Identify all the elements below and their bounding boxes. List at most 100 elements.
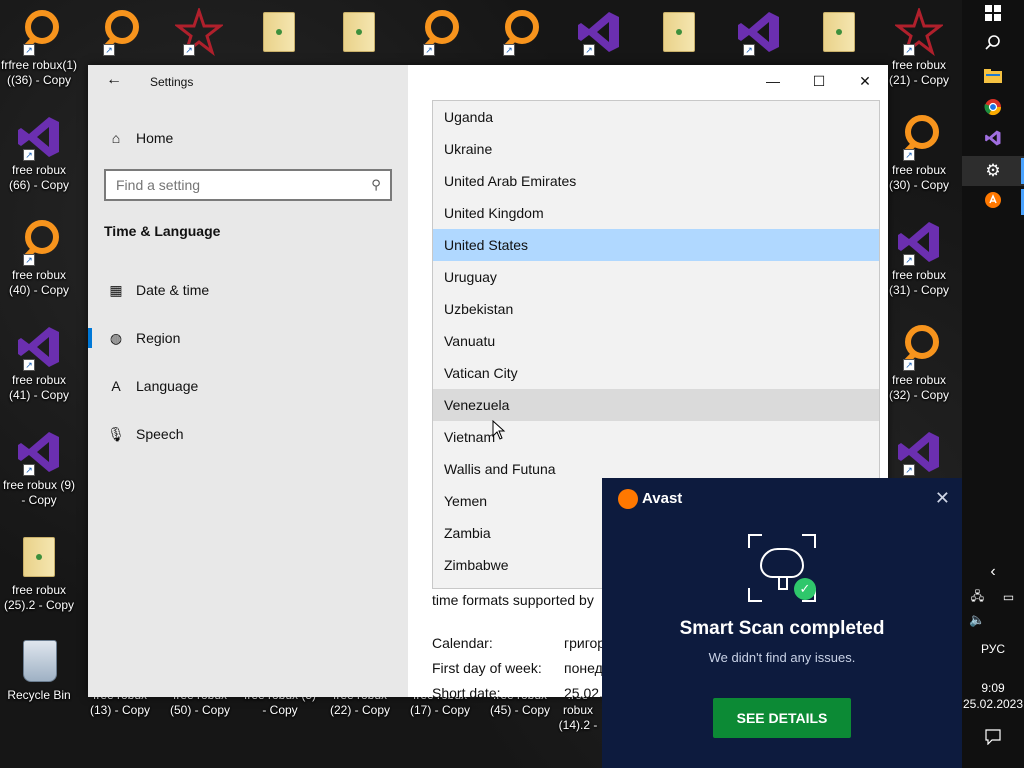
- star-icon: ↗: [893, 6, 945, 57]
- country-option[interactable]: Uganda: [433, 101, 879, 133]
- visual-studio-icon: ↗: [735, 8, 783, 56]
- nav-language[interactable]: A Language: [88, 368, 408, 404]
- taskbar-chrome[interactable]: [962, 94, 1024, 124]
- clock-date[interactable]: 25.02.2023: [962, 697, 1024, 711]
- back-button[interactable]: ←: [106, 71, 122, 89]
- desktop-shortcut[interactable]: [640, 8, 718, 58]
- country-option[interactable]: United Kingdom: [433, 197, 879, 229]
- notification-icon: [985, 729, 1001, 749]
- desktop-shortcut-label: free robux (25).2 - Copy: [3, 583, 75, 612]
- avast-brand: Avast: [642, 490, 683, 507]
- clock-time[interactable]: 9:09: [962, 681, 1024, 695]
- settings-search-box[interactable]: ⚲: [104, 169, 392, 201]
- desktop-shortcut-label: free robux (66) - Copy: [8, 163, 70, 192]
- desktop-shortcut[interactable]: ↗ free robux (31) - Copy: [880, 218, 958, 298]
- ring-icon: ↗: [415, 8, 463, 56]
- format-value: 25.02.: [564, 685, 603, 701]
- avast-logo-icon: [618, 489, 638, 509]
- folder-icon: [15, 533, 63, 581]
- format-value: григор: [564, 635, 606, 651]
- desktop-shortcut[interactable]: ↗: [560, 8, 638, 58]
- minimize-icon: —: [766, 73, 780, 89]
- country-option-hovered[interactable]: Venezuela: [433, 389, 879, 421]
- desktop-shortcut[interactable]: ↗: [880, 428, 958, 478]
- taskbar-settings[interactable]: ⚙: [962, 156, 1024, 186]
- search-icon: [984, 34, 1002, 56]
- recycle-bin-icon: [15, 638, 63, 686]
- desktop-shortcut-label: free robux (32) - Copy: [888, 373, 950, 402]
- checkmark-icon: ✓: [794, 578, 816, 600]
- folder-icon: [655, 8, 703, 56]
- nav-region[interactable]: ◍ Region: [88, 320, 408, 356]
- country-option[interactable]: Uzbekistan: [433, 293, 879, 325]
- nav-speech[interactable]: 🎙 Speech: [88, 416, 408, 452]
- desktop-shortcut[interactable]: ↗ frfree robux(1) ((36) - Copy: [0, 8, 78, 88]
- visual-studio-icon: ↗: [895, 218, 943, 266]
- desktop-shortcut[interactable]: ↗: [400, 8, 478, 58]
- ring-icon: ↗: [95, 8, 143, 56]
- desktop-shortcut[interactable]: ↗ free robux (32) - Copy: [880, 323, 958, 403]
- monitor-icon: ▭: [1002, 590, 1015, 604]
- desktop-shortcut[interactable]: free robux (25).2 - Copy: [0, 533, 78, 613]
- ring-icon: ↗: [495, 8, 543, 56]
- desktop-shortcut[interactable]: ↗ free robux (66) - Copy: [0, 113, 78, 193]
- ring-icon: ↗: [895, 113, 943, 161]
- folder-icon: [255, 8, 303, 56]
- taskbar-visual-studio[interactable]: [962, 125, 1024, 155]
- maximize-icon: ☐: [812, 72, 826, 89]
- taskbar-search-button[interactable]: [962, 30, 1024, 60]
- nav-language-label: Language: [136, 378, 199, 394]
- nav-date-time[interactable]: ▦ Date & time: [88, 272, 408, 308]
- desktop-shortcut[interactable]: [320, 8, 398, 58]
- desktop-shortcut-label: free robux (9) - Copy: [2, 478, 76, 507]
- search-icon[interactable]: ⚲: [362, 177, 390, 193]
- microphone-icon: 🎙: [107, 425, 125, 442]
- start-button[interactable]: [962, 0, 1024, 30]
- visual-studio-icon: ↗: [15, 113, 63, 161]
- close-button[interactable]: ✕: [842, 65, 888, 97]
- visual-studio-icon: ↗: [15, 428, 63, 476]
- desktop-shortcut[interactable]: ↗ free robux (41) - Copy: [0, 323, 78, 403]
- close-icon: ✕: [934, 488, 950, 508]
- desktop-shortcut[interactable]: ↗ free robux (30) - Copy: [880, 113, 958, 193]
- taskbar-file-explorer[interactable]: [962, 63, 1024, 93]
- desktop-shortcut[interactable]: ↗ free robux (9) - Copy: [0, 428, 78, 508]
- tray-display[interactable]: ▭: [993, 582, 1024, 612]
- country-option-selected[interactable]: United States: [433, 229, 879, 261]
- minimize-button[interactable]: —: [750, 65, 796, 97]
- nav-home[interactable]: ⌂ Home: [88, 120, 408, 156]
- avast-subtext: We didn't find any issues.: [708, 650, 856, 665]
- desktop-shortcut-label: free robux (40) - Copy: [8, 268, 70, 297]
- taskbar: ⚙ ‹ 🖧 ▭ 🔈 РУС 9:09 25.02.2023: [962, 0, 1024, 768]
- search-input[interactable]: [106, 177, 362, 193]
- avast-notification: Avast ✕ ✓ Smart Scan completed We didn't…: [602, 478, 962, 768]
- desktop-shortcut[interactable]: ↗: [160, 6, 238, 58]
- desktop-shortcut[interactable]: [800, 8, 878, 58]
- desktop-shortcut[interactable]: ↗ free robux (40) - Copy: [0, 218, 78, 298]
- country-option[interactable]: Vanuatu: [433, 325, 879, 357]
- input-language-indicator[interactable]: РУС: [962, 642, 1024, 656]
- ring-icon: ↗: [15, 8, 63, 56]
- maximize-button[interactable]: ☐: [796, 65, 842, 97]
- back-arrow-icon: ←: [106, 71, 122, 88]
- taskbar-avast[interactable]: [962, 187, 1024, 217]
- visual-studio-icon: [984, 129, 1002, 151]
- desktop-shortcut[interactable]: [240, 8, 318, 58]
- country-option[interactable]: United Arab Emirates: [433, 165, 879, 197]
- country-option[interactable]: Vatican City: [433, 357, 879, 389]
- country-option[interactable]: Uruguay: [433, 261, 879, 293]
- tray-volume[interactable]: 🔈: [962, 605, 993, 635]
- desktop-shortcut[interactable]: ↗ free robux (21) - Copy: [880, 6, 958, 88]
- avast-close-button[interactable]: ✕: [935, 488, 950, 509]
- see-details-button[interactable]: SEE DETAILS: [713, 698, 851, 738]
- chevron-left-icon: ‹: [990, 563, 996, 580]
- desktop-shortcut[interactable]: ↗: [720, 8, 798, 58]
- home-icon: ⌂: [111, 130, 121, 146]
- desktop-shortcut[interactable]: ↗: [80, 8, 158, 58]
- country-option[interactable]: Ukraine: [433, 133, 879, 165]
- desktop-shortcut[interactable]: ↗: [480, 8, 558, 58]
- folder-icon: [984, 69, 1002, 87]
- action-center-button[interactable]: [962, 724, 1024, 754]
- format-value: понед: [564, 660, 603, 676]
- recycle-bin[interactable]: Recycle Bin: [0, 638, 78, 703]
